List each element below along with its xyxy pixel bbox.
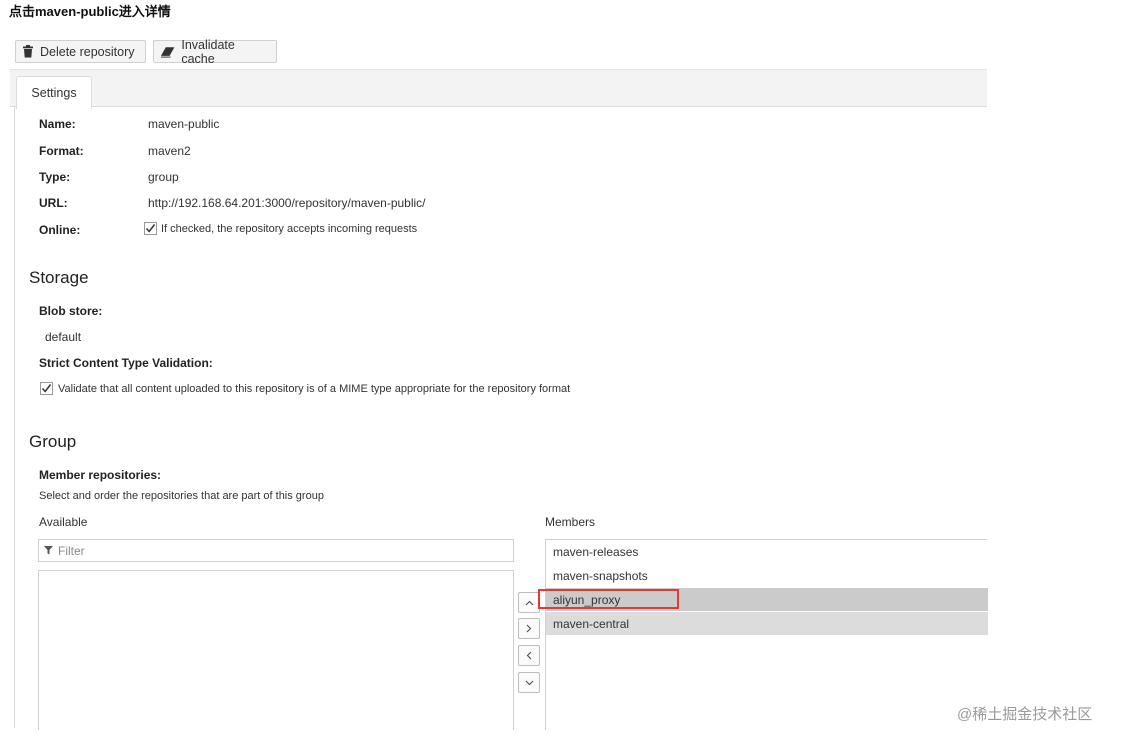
name-label: Name: <box>39 117 76 131</box>
format-label: Format: <box>39 144 84 158</box>
group-heading: Group <box>29 432 77 451</box>
tab-settings[interactable]: Settings <box>16 76 92 109</box>
online-checkbox[interactable] <box>144 222 157 235</box>
tab-bar: Settings <box>10 69 987 109</box>
member-item-selected[interactable]: maven-central <box>546 612 988 635</box>
storage-heading: Storage <box>29 268 89 287</box>
blob-store-value: default <box>45 330 82 344</box>
filter-icon <box>44 546 53 555</box>
strict-validation-checkbox[interactable] <box>40 382 53 395</box>
strict-validation-row: Validate that all content uploaded to th… <box>40 382 570 395</box>
add-to-members-button[interactable] <box>518 618 540 639</box>
members-header: Members <box>545 515 596 529</box>
strict-validation-text: Validate that all content uploaded to th… <box>58 382 571 395</box>
chevron-up-icon <box>525 600 533 605</box>
page-caption: 点击maven-public进入详情 <box>9 4 171 19</box>
invalidate-cache-label: Invalidate cache <box>181 37 235 66</box>
url-value: http://192.168.64.201:3000/repository/ma… <box>148 196 426 210</box>
member-item[interactable]: maven-snapshots <box>546 564 988 587</box>
online-checkbox-row: If checked, the repository accepts incom… <box>144 222 417 235</box>
format-value: maven2 <box>148 144 191 158</box>
blob-store-label: Blob store: <box>39 304 103 318</box>
name-value: maven-public <box>148 117 220 131</box>
chevron-right-icon <box>526 624 532 633</box>
filter-input[interactable] <box>58 543 458 558</box>
invalidate-cache-button[interactable]: Invalidate cache <box>153 37 277 66</box>
chevron-left-icon <box>526 651 532 660</box>
online-checkbox-text: If checked, the repository accepts incom… <box>161 222 418 235</box>
watermark: @稀土掘金技术社区 <box>957 706 1093 723</box>
type-label: Type: <box>39 170 71 184</box>
panel-left-border <box>14 107 15 728</box>
remove-from-members-button[interactable] <box>518 645 540 666</box>
move-up-button[interactable] <box>518 592 540 613</box>
trash-icon <box>23 45 33 58</box>
member-repositories-description: Select and order the repositories that a… <box>39 490 324 502</box>
member-item[interactable]: maven-releases <box>546 540 988 563</box>
strict-validation-label: Strict Content Type Validation: <box>39 356 213 370</box>
members-list[interactable]: maven-releases maven-snapshots aliyun_pr… <box>545 539 988 730</box>
type-value: group <box>148 170 179 184</box>
filter-field[interactable] <box>38 539 514 562</box>
delete-repository-button[interactable]: Delete repository <box>15 40 146 63</box>
online-label: Online: <box>39 223 81 237</box>
member-repositories-label: Member repositories: <box>39 468 162 482</box>
available-list[interactable] <box>38 570 514 730</box>
chevron-down-icon <box>525 680 533 685</box>
highlight-annotation-box <box>538 589 679 609</box>
eraser-icon <box>160 46 175 58</box>
url-label: URL: <box>39 196 68 210</box>
move-down-button[interactable] <box>518 672 540 693</box>
delete-repository-label: Delete repository <box>40 44 135 59</box>
available-header: Available <box>39 515 88 529</box>
